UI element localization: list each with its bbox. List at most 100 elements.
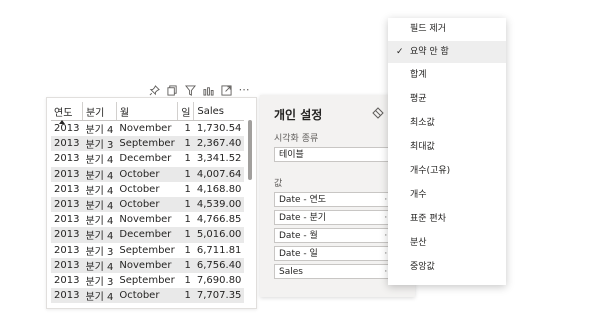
cell-month: October	[116, 196, 178, 213]
expand-icon[interactable]	[219, 83, 233, 97]
table-row[interactable]: 2013 분기 3 September 1 7,690.80	[51, 273, 244, 288]
cell-year: 2013	[51, 136, 83, 152]
table-row[interactable]: 2013 분기 4 November 1 6,756.40	[51, 257, 245, 273]
cell-month: September	[119, 244, 175, 256]
cell-sales: 5,016.00	[193, 227, 245, 243]
field-label: Date - 일	[279, 249, 318, 259]
cell-month: November	[116, 257, 178, 273]
cell-day: 1	[177, 288, 194, 304]
table-row[interactable]: 2013 분기 4 November 1 1,730.54	[51, 121, 244, 137]
table-row[interactable]: 2013 분기 4 October 1 4,168.80	[51, 182, 244, 197]
field-sales[interactable]: Sales ···	[274, 264, 398, 279]
column-header-year[interactable]: 연도	[51, 102, 83, 124]
menu-item-sum[interactable]: 합계	[388, 64, 506, 86]
cell-quarter: 분기 4	[85, 216, 114, 228]
focus-mode-icon[interactable]	[201, 83, 215, 97]
checkmark-icon: ✓	[396, 47, 404, 57]
cell-quarter: 분기 4	[82, 166, 117, 182]
field-label: Date - 연도	[279, 195, 327, 205]
cell-sales: 7,707.35	[193, 288, 245, 304]
column-header-sales[interactable]: Sales	[193, 102, 245, 121]
table-row[interactable]: 2013 분기 4 October 1 4,539.00	[51, 196, 245, 213]
table-row[interactable]: 2013 분기 4 October 1 7,707.35	[51, 288, 245, 304]
cell-year: 2013	[54, 183, 80, 195]
cell-year: 2013	[54, 214, 80, 226]
cell-month: December	[116, 227, 178, 243]
cell-sales: 1,730.54	[196, 123, 242, 135]
field-date-day[interactable]: Date - 일 ···	[274, 246, 398, 261]
column-header-quarter[interactable]: 분기	[81, 102, 117, 121]
cell-quarter: 분기 4	[82, 288, 117, 304]
cell-month: October	[119, 183, 160, 195]
cell-day: 1	[177, 227, 194, 243]
column-header-day[interactable]: 일	[177, 102, 194, 121]
cell-day: 1	[184, 274, 191, 286]
field-label: Date - 월	[279, 231, 318, 241]
cell-day: 1	[177, 166, 194, 182]
cell-month: December	[119, 153, 172, 165]
column-header-month[interactable]: 월	[115, 102, 178, 121]
sort-ascending-icon	[59, 120, 65, 124]
values-label: 값	[274, 179, 283, 189]
menu-item-count[interactable]: 개수	[388, 184, 506, 206]
cell-day: 1	[184, 123, 191, 135]
cell-sales: 4,168.80	[196, 183, 242, 195]
cell-month: November	[119, 123, 172, 135]
table-visual[interactable]: 연도 분기 월 일 Sales 2013 분기 4 November 1 1,730.5…	[46, 97, 257, 309]
cell-month: September	[116, 136, 178, 152]
cell-sales: 6,711.81	[196, 244, 242, 256]
vertical-scrollbar[interactable]	[248, 120, 252, 180]
personalize-title: 개인 설정	[274, 108, 323, 122]
cell-month: November	[119, 214, 172, 226]
cell-day: 1	[184, 183, 191, 195]
field-date-quarter[interactable]: Date - 분기 ···	[274, 210, 398, 225]
table-row[interactable]: 2013 분기 3 September 1 6,711.81	[51, 243, 244, 258]
cell-year: 2013	[51, 196, 83, 213]
cell-quarter: 분기 4	[82, 257, 117, 273]
cell-day: 1	[177, 136, 194, 152]
more-options-icon[interactable]: ⋯	[237, 83, 251, 97]
menu-item-count-distinct[interactable]: 개수(고유)	[388, 160, 506, 182]
cell-sales: 7,690.80	[196, 274, 242, 286]
menu-item-remove-field[interactable]: 필드 제거	[388, 18, 506, 40]
menu-item-maximum[interactable]: 최대값	[388, 136, 506, 158]
menu-item-dont-summarize[interactable]: ✓ 요약 안 함	[388, 41, 506, 63]
cell-month: September	[119, 274, 175, 286]
field-date-year[interactable]: Date - 연도 ···	[274, 192, 398, 207]
cell-sales: 2,367.40	[193, 136, 245, 152]
cell-quarter: 분기 3	[85, 276, 114, 288]
table-row[interactable]: 2013 분기 3 September 1 2,367.40	[51, 136, 245, 152]
cell-day: 1	[177, 196, 194, 213]
menu-item-standard-deviation[interactable]: 표준 편차	[388, 208, 506, 230]
copy-icon[interactable]	[165, 83, 179, 97]
visualization-type-dropdown[interactable]: 테이블	[274, 147, 398, 162]
menu-item-median[interactable]: 중앙값	[388, 256, 506, 278]
cell-year: 2013	[51, 257, 83, 273]
cell-day: 1	[177, 257, 194, 273]
cell-quarter: 분기 4	[82, 196, 117, 213]
cell-year: 2013	[51, 288, 83, 304]
table-row[interactable]: 2013 분기 4 December 1 5,016.00	[51, 227, 245, 243]
cell-day: 1	[184, 153, 191, 165]
menu-item-minimum[interactable]: 최소값	[388, 112, 506, 134]
menu-item-variance[interactable]: 분산	[388, 232, 506, 254]
visualization-type-label: 시각화 종류	[274, 134, 319, 144]
cell-quarter: 분기 4	[85, 155, 114, 167]
cell-quarter: 분기 4	[82, 227, 117, 243]
table-header-row: 연도 분기 월 일 Sales	[51, 102, 245, 124]
cell-sales: 4,539.00	[193, 196, 245, 213]
cell-year: 2013	[51, 227, 83, 243]
cell-sales: 3,341.52	[196, 153, 242, 165]
pin-icon[interactable]	[147, 83, 161, 97]
filter-icon[interactable]	[183, 83, 197, 97]
eraser-icon[interactable]	[372, 107, 384, 119]
cell-sales: 4,007.64	[193, 166, 245, 182]
field-date-month[interactable]: Date - 월 ···	[274, 228, 398, 243]
table-row[interactable]: 2013 분기 4 October 1 4,007.64	[51, 166, 245, 182]
cell-quarter: 분기 3	[85, 246, 114, 258]
menu-item-average[interactable]: 평균	[388, 88, 506, 110]
table-row[interactable]: 2013 분기 4 December 1 3,341.52	[51, 151, 244, 166]
cell-month: October	[116, 166, 178, 182]
cell-sales: 6,756.40	[193, 257, 245, 273]
table-row[interactable]: 2013 분기 4 November 1 4,766.85	[51, 212, 244, 227]
